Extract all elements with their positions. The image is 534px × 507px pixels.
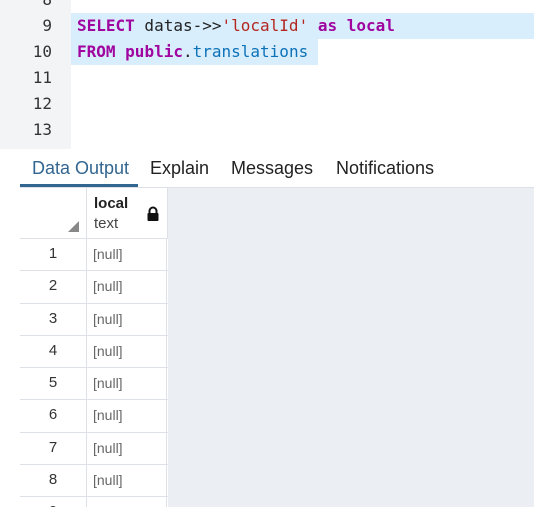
string-literal: 'localId': [221, 16, 309, 35]
keyword-as: as: [317, 16, 338, 35]
table-row[interactable]: 5 [null]: [20, 368, 168, 401]
table-row[interactable]: 4 [null]: [20, 335, 168, 369]
row-number: 8: [20, 465, 87, 497]
row-number: 3: [20, 303, 87, 335]
tab-data-output[interactable]: Data Output: [32, 149, 129, 187]
row-number: 4: [20, 335, 87, 368]
table-row[interactable]: 8 [null]: [20, 465, 168, 498]
row-number: 9: [20, 497, 87, 507]
schema-name: public: [125, 42, 183, 61]
cell-value[interactable]: [null]: [87, 400, 167, 432]
cell-value[interactable]: [null]: [87, 271, 167, 303]
tab-explain[interactable]: Explain: [150, 149, 209, 187]
line-number: 8: [0, 0, 52, 13]
code-line-from[interactable]: FROM public.translations: [71, 39, 318, 65]
table-row[interactable]: 7 [null]: [20, 432, 168, 466]
line-number: 9: [42, 16, 52, 35]
output-tabs: Data Output Explain Messages Notificatio…: [20, 149, 534, 188]
table-row[interactable]: 3 [null]: [20, 303, 168, 336]
active-tab-indicator: [20, 184, 138, 187]
line-number: 11: [32, 68, 52, 87]
sort-indicator-icon: [68, 221, 79, 232]
sql-editor[interactable]: 8 9 10 11 12 13 SELECT datas->>'localId'…: [0, 0, 534, 149]
cell-value[interactable]: [null]: [87, 335, 167, 368]
table-row[interactable]: 6 [null]: [20, 400, 168, 433]
line-number: 12: [32, 94, 52, 113]
row-number: 2: [20, 271, 87, 303]
cell-value[interactable]: [null]: [87, 303, 167, 335]
cell-value[interactable]: [null]: [87, 465, 167, 497]
cell-value[interactable]: [null]: [87, 497, 167, 507]
cell-value[interactable]: [null]: [87, 368, 167, 400]
code-line-select[interactable]: SELECT datas->>'localId' as local: [71, 13, 534, 39]
row-number-header[interactable]: [20, 188, 87, 239]
grid-rows: 1 [null] 2 [null] 3 [null] 4 [null] 5 [null] …: [20, 239, 168, 507]
tab-notifications[interactable]: Notifications: [336, 149, 434, 187]
lock-icon: [147, 206, 159, 221]
table-row[interactable]: 1 [null]: [20, 239, 168, 272]
code-expression: datas->>: [134, 16, 222, 35]
line-number: 13: [32, 120, 52, 139]
row-number: 1: [20, 239, 87, 271]
row-number: 6: [20, 400, 87, 432]
column-header-local[interactable]: local text: [87, 188, 168, 239]
table-row[interactable]: 9[null]: [20, 497, 168, 507]
line-number: 10: [32, 42, 52, 61]
row-number: 5: [20, 368, 87, 400]
cell-value[interactable]: [null]: [87, 239, 167, 271]
data-output-grid: local text 1 [null] 2 [null] 3 [null] 4 [nul…: [20, 188, 534, 507]
table-row[interactable]: 2 [null]: [20, 271, 168, 304]
column-alias: local: [346, 16, 395, 35]
cell-value[interactable]: [null]: [87, 432, 167, 465]
column-name: local: [94, 195, 129, 212]
table-name: translations: [192, 42, 309, 61]
keyword-select: SELECT: [77, 16, 135, 35]
column-type: text: [94, 215, 119, 232]
tab-messages[interactable]: Messages: [231, 149, 313, 187]
row-number: 7: [20, 432, 87, 465]
keyword-from: FROM: [77, 42, 116, 61]
